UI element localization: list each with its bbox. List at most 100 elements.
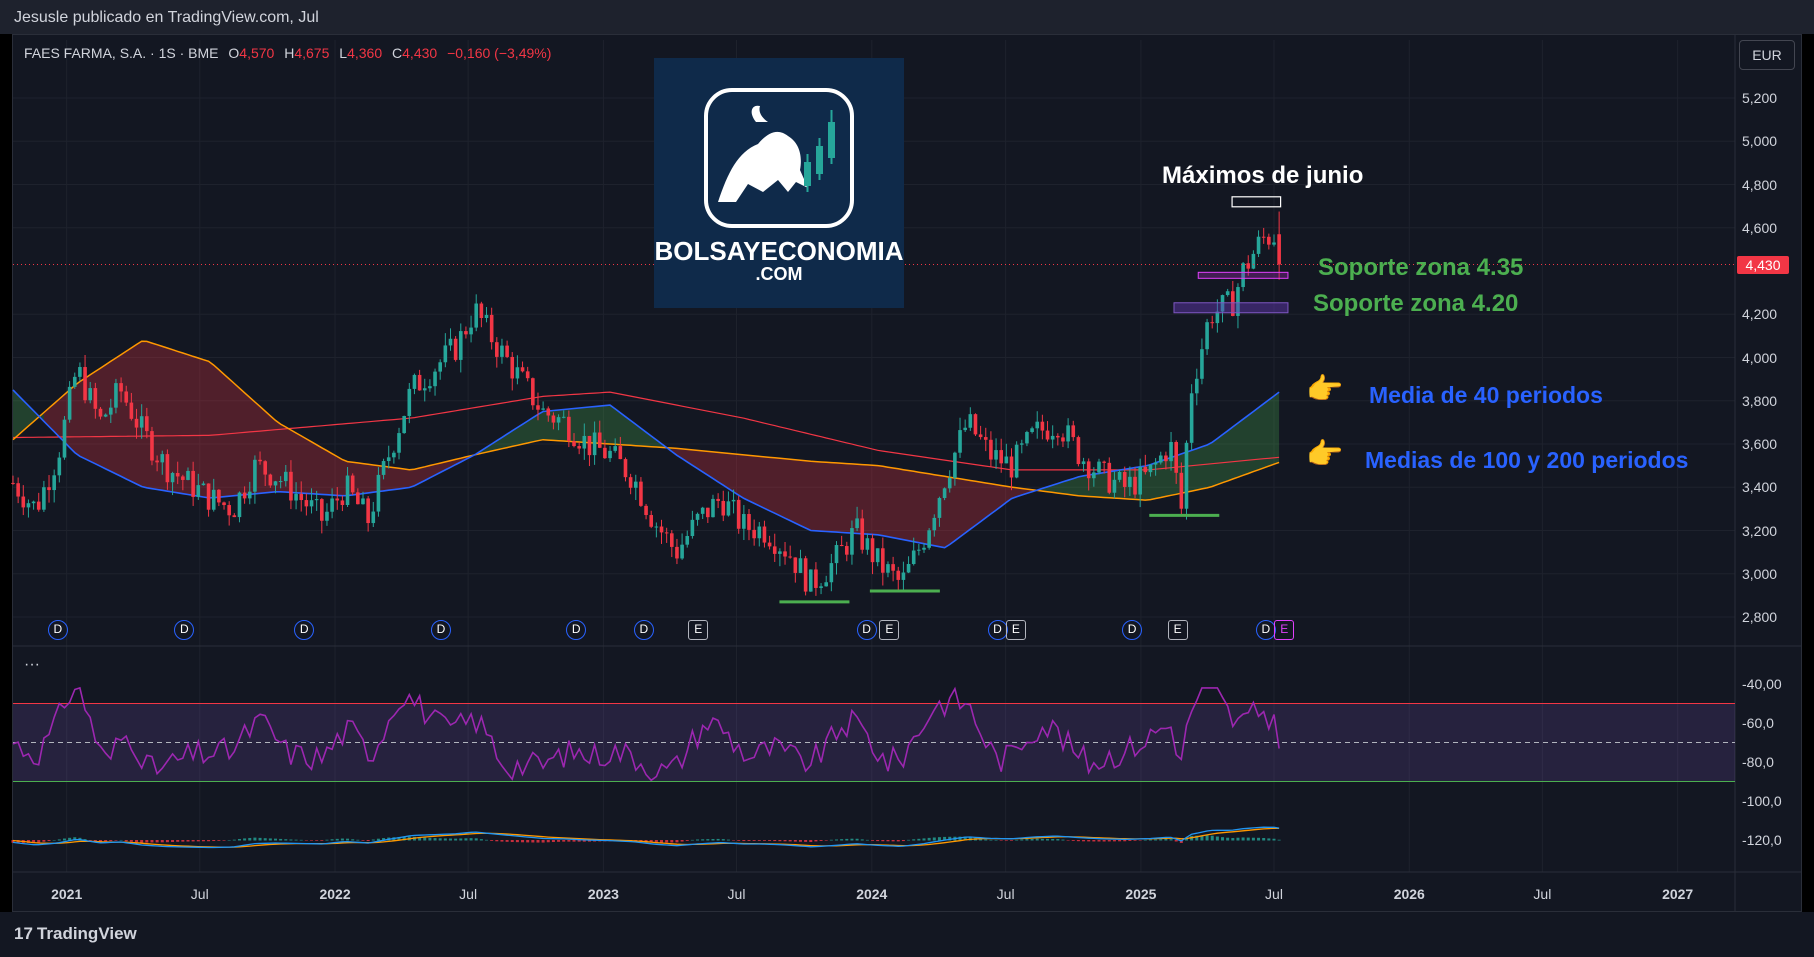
chart-canvas[interactable] [0,0,1814,957]
macd-histogram-bar [901,840,905,842]
macd-histogram-bar [819,840,823,841]
macd-histogram-bar [500,840,504,842]
high-label: H [284,45,295,61]
macd-histogram-bar [716,838,720,841]
candle-body [201,483,206,486]
change-value: −0,160 (−3,49%) [447,45,552,61]
macd-histogram-bar [572,840,576,842]
macd-histogram-bar [737,840,741,841]
candle-body [1014,444,1019,478]
macd-histogram-bar [551,840,555,843]
macd-histogram-bar [1210,835,1214,841]
macd-histogram-bar [814,840,818,842]
candle-body [31,501,36,504]
macd-histogram-bar [1082,840,1086,842]
dividend-event-icon[interactable]: D [47,620,68,640]
currency-button[interactable]: EUR [1739,40,1795,70]
macd-histogram-bar [696,839,700,841]
macd-histogram-bar [711,839,715,841]
tradingview-logo[interactable]: 17 TradingView [14,924,137,944]
candle-body [978,434,983,438]
candle-body [721,500,726,516]
macd-histogram-bar [706,839,710,841]
candle-body [98,408,103,417]
more-options-icon[interactable]: ··· [24,656,40,674]
earnings-event-icon[interactable]: E [688,620,709,640]
macd-histogram-bar [1133,840,1137,841]
candle-body [1097,461,1101,473]
dividend-event-icon[interactable]: D [430,620,451,640]
candle-body [196,485,201,497]
macd-histogram-bar [464,838,468,841]
macd-histogram-bar [865,839,869,841]
macd-histogram-bar [207,840,211,842]
candle-body [1225,291,1230,296]
earnings-event-icon[interactable]: E [879,620,900,640]
dividend-event-icon[interactable]: D [987,620,1008,640]
candle-body [134,418,139,428]
high-value: 4,675 [294,45,330,61]
candle-body [263,461,267,475]
candle-body [685,536,690,545]
candle-body [1004,456,1009,464]
macd-histogram-bar [1215,836,1219,841]
candle-body [325,511,329,521]
candle-body [438,362,442,372]
macd-histogram-bar [104,840,108,842]
macd-histogram-bar [757,840,761,841]
candle-body [870,538,875,563]
macd-histogram-bar [438,838,442,841]
candle-body [1009,456,1014,478]
annotation-soporte-420[interactable]: Soporte zona 4.20 [1313,290,1518,318]
macd-histogram-bar [340,838,344,841]
candle-body [1261,236,1266,238]
earnings-event-icon[interactable]: E [1274,620,1295,640]
macd-histogram-bar [160,840,164,843]
macd-histogram-bar [850,838,854,841]
x-tick-label: Jul [1533,886,1552,902]
candle-body [618,446,623,460]
dividend-event-icon[interactable]: D [1122,620,1143,640]
candle-body [1179,472,1184,509]
macd-histogram-bar [1020,839,1024,841]
annotation-soporte-435[interactable]: Soporte zona 4.35 [1318,254,1523,282]
earnings-event-icon[interactable]: E [1005,620,1026,640]
macd-histogram-bar [366,840,370,842]
earnings-event-icon[interactable]: E [1167,620,1188,640]
dividend-event-icon[interactable]: D [633,620,654,640]
annotation-media-40[interactable]: Media de 40 periodos [1369,382,1603,409]
candle-body [664,532,669,534]
candle-body [767,542,772,547]
y-tick-label: 3,600 [1742,436,1778,452]
macd-histogram-bar [315,840,319,841]
candle-body [536,405,540,410]
candle-body [1143,466,1148,473]
candle-body [350,475,355,493]
candle-body [103,414,108,417]
candle-body [1267,236,1271,245]
candle-body [83,367,87,401]
dividend-event-icon[interactable]: D [856,620,877,640]
support-zone-420 [1173,302,1289,314]
annotation-medias-100-200[interactable]: Medias de 100 y 200 periodos [1365,447,1688,474]
symbol-name[interactable]: FAES FARMA, S.A. · 1S · BME [24,45,219,61]
candle-body [289,471,293,501]
y-tick-label: 4,000 [1742,349,1778,366]
annotation-maximos[interactable]: Máximos de junio [1162,162,1363,190]
candle-body [963,427,967,431]
x-tick-label: Jul [996,886,1015,902]
macd-histogram-bar [1097,840,1101,842]
symbol-legend[interactable]: FAES FARMA, S.A. · 1S · BME O4,570 H4,67… [24,45,551,61]
macd-histogram-bar [855,838,859,841]
candle-body [1050,435,1055,440]
macd-histogram-bar [279,838,283,841]
candle-body [222,502,226,506]
macd-histogram-bar [459,838,463,841]
y-tick-label: 4,800 [1742,176,1778,193]
candle-body [181,476,185,480]
macd-histogram-bar [1123,840,1127,842]
candle-body [1256,236,1261,254]
macd-histogram-bar [289,839,293,841]
candle-body [335,498,340,501]
dividend-event-icon[interactable]: D [1255,620,1276,640]
